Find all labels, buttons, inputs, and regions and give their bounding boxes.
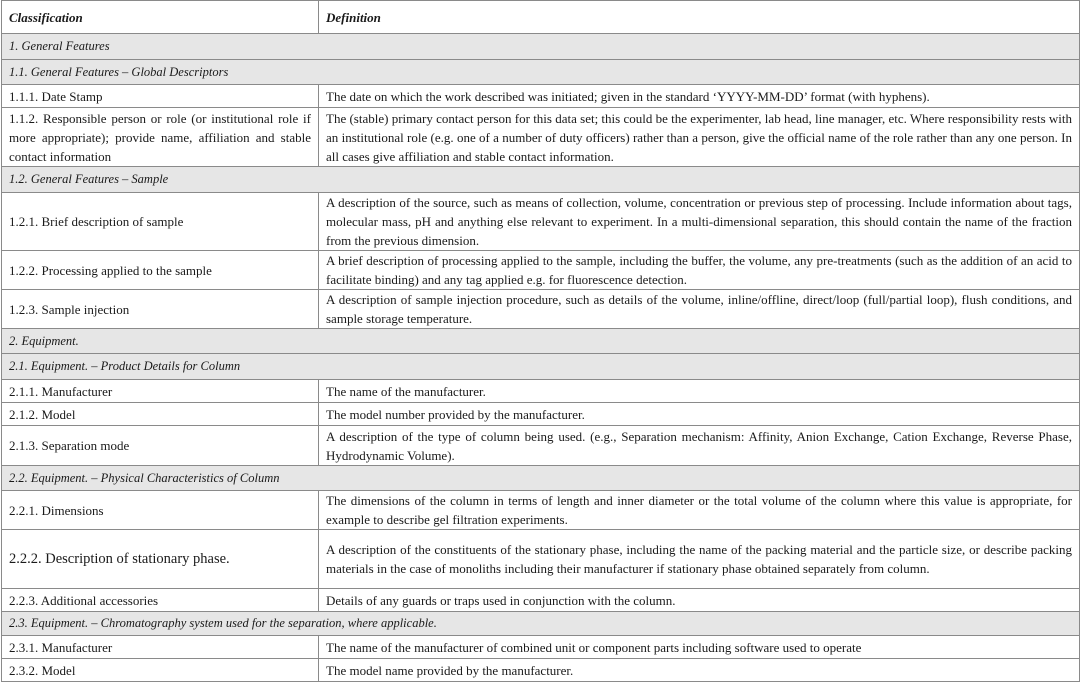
section-label: 1.2. General Features – Sample <box>1 166 1080 193</box>
classification-cell: 2.3.2. Model <box>1 658 319 682</box>
classification-cell: 2.1.1. Manufacturer <box>1 379 319 403</box>
definition-cell: The (stable) primary contact person for … <box>318 107 1080 167</box>
definition-cell: Details of any guards or traps used in c… <box>318 588 1080 612</box>
section-label: 1.1. General Features – Global Descripto… <box>1 59 1080 85</box>
table-row: 1.2.2. Processing applied to the sample … <box>1 250 1080 290</box>
section-row: 2.2. Equipment. – Physical Characteristi… <box>1 465 1080 491</box>
classification-cell: 1.1.1. Date Stamp <box>1 84 319 108</box>
table-row: 1.1.1. Date Stamp The date on which the … <box>1 84 1080 108</box>
classification-cell: 2.2.1. Dimensions <box>1 490 319 530</box>
definition-cell: The name of the manufacturer of combined… <box>318 635 1080 659</box>
classification-table: Classification Definition 1. General Fea… <box>1 0 1080 682</box>
definition-cell: The model number provided by the manufac… <box>318 402 1080 426</box>
table-row: 1.1.2. Responsible person or role (or in… <box>1 107 1080 167</box>
table-row: 2.3.2. Model The model name provided by … <box>1 658 1080 682</box>
classification-cell: 2.2.2. Description of stationary phase. <box>1 529 319 589</box>
section-label: 2.3. Equipment. – Chromatography system … <box>1 611 1080 636</box>
classification-cell: 2.2.3. Additional accessories <box>1 588 319 612</box>
classification-cell: 1.2.3. Sample injection <box>1 289 319 329</box>
table-row: 2.3.1. Manufacturer The name of the manu… <box>1 635 1080 659</box>
section-row: 1.1. General Features – Global Descripto… <box>1 59 1080 85</box>
definition-cell: A description of sample injection proced… <box>318 289 1080 329</box>
classification-cell: 2.1.2. Model <box>1 402 319 426</box>
table-row: 2.2.1. Dimensions The dimensions of the … <box>1 490 1080 530</box>
definition-cell: The dimensions of the column in terms of… <box>318 490 1080 530</box>
classification-cell: 2.1.3. Separation mode <box>1 425 319 466</box>
section-row: 2. Equipment. <box>1 328 1080 354</box>
table-header-row: Classification Definition <box>1 0 1080 34</box>
definition-cell: The name of the manufacturer. <box>318 379 1080 403</box>
table-row: 2.1.2. Model The model number provided b… <box>1 402 1080 426</box>
table-row: 2.2.2. Description of stationary phase. … <box>1 529 1080 589</box>
section-label: 2. Equipment. <box>1 328 1080 354</box>
definition-cell: A description of the source, such as mea… <box>318 192 1080 251</box>
section-row: 2.3. Equipment. – Chromatography system … <box>1 611 1080 636</box>
table-row: 1.2.3. Sample injection A description of… <box>1 289 1080 329</box>
classification-cell: 1.2.2. Processing applied to the sample <box>1 250 319 290</box>
definition-cell: The date on which the work described was… <box>318 84 1080 108</box>
column-header-classification: Classification <box>1 0 319 34</box>
definition-cell: The model name provided by the manufactu… <box>318 658 1080 682</box>
column-header-definition: Definition <box>318 0 1080 34</box>
table-row: 2.2.3. Additional accessories Details of… <box>1 588 1080 612</box>
table-row: 2.1.1. Manufacturer The name of the manu… <box>1 379 1080 403</box>
definition-cell: A description of the type of column bein… <box>318 425 1080 466</box>
table-row: 1.2.1. Brief description of sample A des… <box>1 192 1080 251</box>
section-row: 2.1. Equipment. – Product Details for Co… <box>1 353 1080 380</box>
section-row: 1.2. General Features – Sample <box>1 166 1080 193</box>
table-row: 2.1.3. Separation mode A description of … <box>1 425 1080 466</box>
section-label: 2.2. Equipment. – Physical Characteristi… <box>1 465 1080 491</box>
classification-cell: 1.2.1. Brief description of sample <box>1 192 319 251</box>
section-row: 1. General Features <box>1 33 1080 60</box>
classification-cell: 1.1.2. Responsible person or role (or in… <box>1 107 319 167</box>
section-label: 1. General Features <box>1 33 1080 60</box>
definition-cell: A description of the constituents of the… <box>318 529 1080 589</box>
section-label: 2.1. Equipment. – Product Details for Co… <box>1 353 1080 380</box>
definition-cell: A brief description of processing applie… <box>318 250 1080 290</box>
classification-cell: 2.3.1. Manufacturer <box>1 635 319 659</box>
